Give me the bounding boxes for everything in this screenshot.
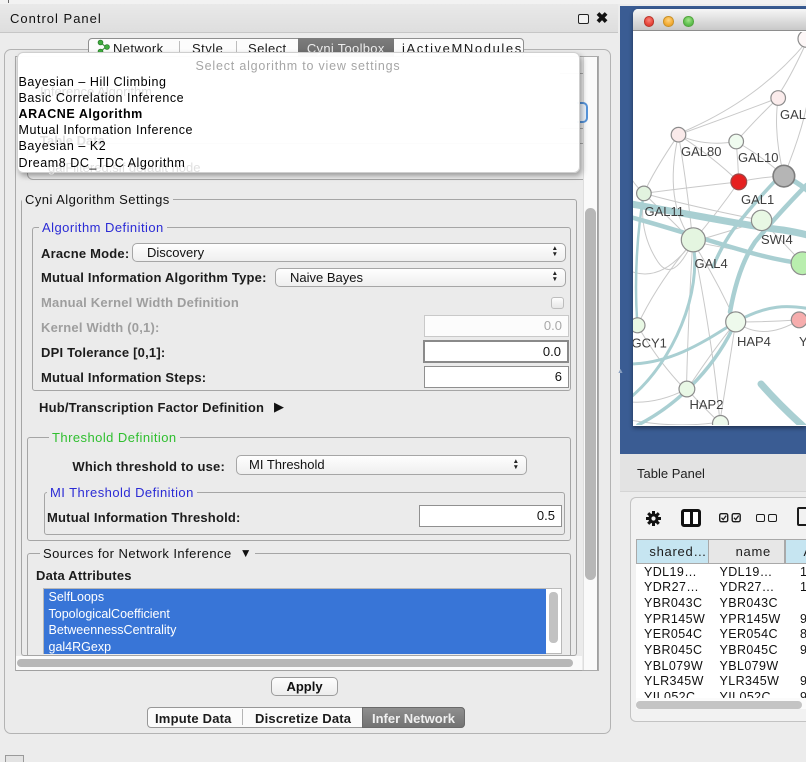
svg-text:GCY1: GCY1	[633, 336, 667, 351]
svg-text:SWI4: SWI4	[760, 232, 792, 247]
svg-text:HAP4: HAP4	[736, 334, 770, 349]
svg-text:Y: Y	[798, 334, 806, 349]
svg-text:GAL10: GAL10	[737, 150, 777, 165]
svg-text:GAL11: GAL11	[644, 204, 683, 219]
svg-text:GAL7: GAL7	[779, 107, 806, 122]
svg-text:HAP2: HAP2	[689, 397, 723, 412]
svg-text:GAL4: GAL4	[694, 256, 727, 271]
svg-text:GAL1: GAL1	[740, 192, 773, 207]
svg-text:GAL80: GAL80	[681, 144, 721, 159]
